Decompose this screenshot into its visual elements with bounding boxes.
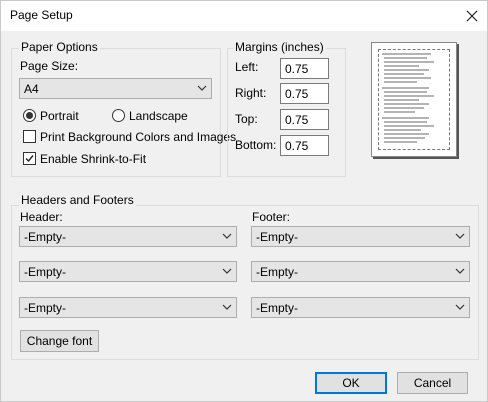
shrink-to-fit-checkbox[interactable] [23, 152, 36, 165]
window-title: Page Setup [10, 8, 73, 22]
shrink-to-fit-label[interactable]: Enable Shrink-to-Fit [40, 152, 146, 166]
preview-text-lines [382, 53, 434, 143]
margin-bottom-label: Bottom: [235, 138, 277, 152]
chevron-down-icon [222, 268, 232, 274]
header-select-2[interactable]: -Empty- [19, 261, 237, 282]
chevron-down-icon [222, 233, 232, 239]
title-bar: Page Setup [1, 1, 487, 31]
margin-right-value: 0.75 [285, 87, 309, 101]
page-size-value: A4 [24, 82, 39, 96]
portrait-label[interactable]: Portrait [40, 109, 79, 123]
margin-top-label: Top: [235, 112, 258, 126]
print-background-label[interactable]: Print Background Colors and Images [40, 130, 236, 144]
landscape-radio[interactable] [112, 109, 125, 122]
cancel-button[interactable]: Cancel [397, 372, 468, 394]
footer-select-3-value: -Empty- [256, 301, 298, 315]
footer-select-1[interactable]: -Empty- [251, 226, 470, 247]
page-preview [371, 42, 457, 157]
margin-left-input[interactable]: 0.75 [280, 58, 329, 79]
header-select-1[interactable]: -Empty- [19, 226, 237, 247]
preview-margin-outline [378, 49, 450, 150]
margin-bottom-value: 0.75 [285, 139, 309, 153]
footer-label: Footer: [252, 210, 291, 224]
chevron-down-icon [455, 268, 465, 274]
margin-right-label: Right: [235, 86, 267, 100]
footer-select-2[interactable]: -Empty- [251, 261, 470, 282]
margin-left-label: Left: [235, 60, 259, 74]
header-select-2-value: -Empty- [24, 265, 66, 279]
margin-right-input[interactable]: 0.75 [280, 83, 329, 104]
landscape-label[interactable]: Landscape [129, 109, 188, 123]
close-icon [466, 10, 478, 22]
chevron-down-icon [455, 233, 465, 239]
checkmark-icon [25, 155, 34, 163]
margins-title: Margins (inches) [233, 40, 326, 54]
header-label: Header: [20, 210, 63, 224]
headers-footers-title: Headers and Footers [19, 193, 136, 207]
header-select-1-value: -Empty- [24, 230, 66, 244]
footer-select-3[interactable]: -Empty- [251, 297, 470, 318]
chevron-down-icon [455, 304, 465, 310]
close-button[interactable] [457, 1, 487, 31]
margin-top-input[interactable]: 0.75 [280, 109, 329, 130]
page-size-label: Page Size: [20, 59, 79, 73]
footer-select-2-value: -Empty- [256, 265, 298, 279]
chevron-down-icon [222, 304, 232, 310]
paper-options-title: Paper Options [19, 40, 100, 54]
header-select-3[interactable]: -Empty- [19, 297, 237, 318]
ok-button[interactable]: OK [315, 372, 387, 394]
page-setup-dialog: Page Setup Paper Options Page Size: A4 P… [0, 0, 488, 402]
margin-bottom-input[interactable]: 0.75 [280, 135, 329, 156]
portrait-radio[interactable] [23, 109, 36, 122]
print-background-checkbox[interactable] [23, 130, 36, 143]
page-size-select[interactable]: A4 [19, 78, 212, 99]
header-select-3-value: -Empty- [24, 301, 66, 315]
margin-left-value: 0.75 [285, 62, 309, 76]
margin-top-value: 0.75 [285, 113, 309, 127]
change-font-button[interactable]: Change font [20, 330, 99, 352]
chevron-down-icon [197, 85, 207, 91]
footer-select-1-value: -Empty- [256, 230, 298, 244]
